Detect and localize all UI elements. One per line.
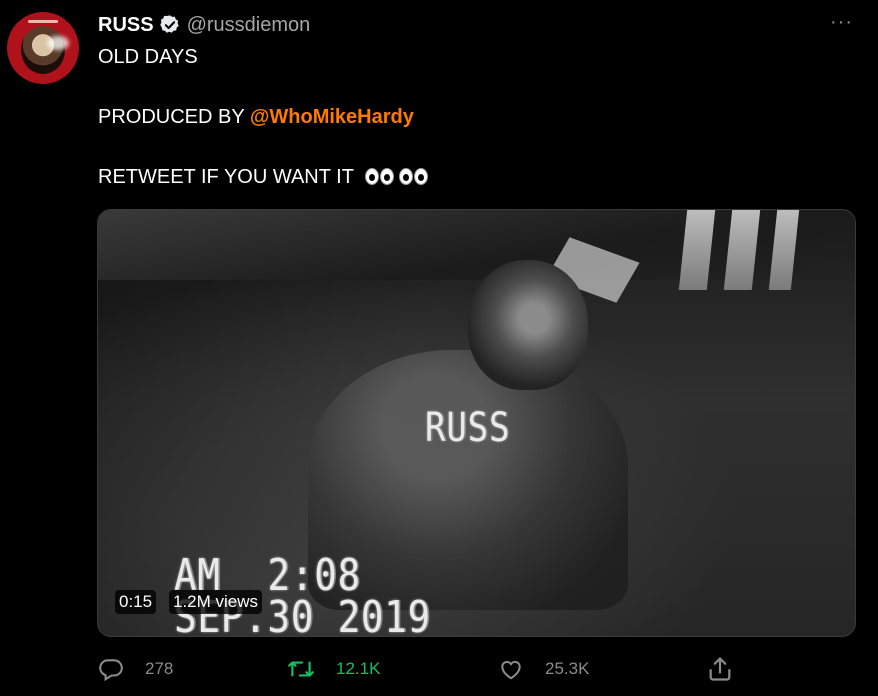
avatar-logo-mark xyxy=(28,20,58,23)
display-name[interactable]: RUSS xyxy=(98,14,154,37)
video-duration-badge: 0:15 xyxy=(115,590,157,614)
share-button[interactable] xyxy=(706,655,755,683)
retweet-request-text: RETWEET IF YOU WANT IT xyxy=(98,166,354,188)
retweet-count: 12.1K xyxy=(336,659,381,678)
eyes-emoji xyxy=(365,168,429,185)
tweet-text-line-2: PRODUCED BY @WhoMikeHardy xyxy=(98,106,414,129)
retweet-button[interactable]: 12.1K xyxy=(287,655,380,683)
retweet-icon xyxy=(288,661,314,677)
reply-count: 278 xyxy=(145,659,174,678)
like-count: 25.3K xyxy=(545,659,590,678)
share-icon xyxy=(709,657,731,681)
more-icon[interactable]: ··· xyxy=(830,12,856,32)
eye-icon xyxy=(414,168,429,185)
like-button[interactable]: 25.3K xyxy=(498,655,589,683)
reply-button[interactable]: 278 xyxy=(98,655,173,683)
produced-by-text: PRODUCED BY xyxy=(98,106,250,128)
person-head xyxy=(468,260,588,390)
heart-icon xyxy=(501,660,521,680)
vhs-overlay-name: RUSS xyxy=(425,405,511,451)
tweet-header: RUSS @russdiemon xyxy=(98,13,310,37)
tweet-text-line-1: OLD DAYS xyxy=(98,46,198,68)
reply-icon xyxy=(99,659,123,682)
video-views-badge: 1.2M views xyxy=(169,590,263,614)
avatar-face xyxy=(21,26,65,74)
eye-icon xyxy=(399,168,414,185)
mention-link[interactable]: @WhoMikeHardy xyxy=(250,106,414,128)
eye-icon xyxy=(380,168,395,185)
handle[interactable]: @russdiemon xyxy=(187,14,311,37)
verified-badge-icon xyxy=(159,15,179,33)
tweet-text-line-3: RETWEET IF YOU WANT IT xyxy=(98,166,429,189)
avatar-smoke xyxy=(47,36,69,50)
video-player[interactable]: RUSS AM 2:08 SEP.30 2019 0:15 1.2M views xyxy=(97,209,856,637)
avatar[interactable] xyxy=(7,12,79,84)
eye-icon xyxy=(365,168,380,185)
